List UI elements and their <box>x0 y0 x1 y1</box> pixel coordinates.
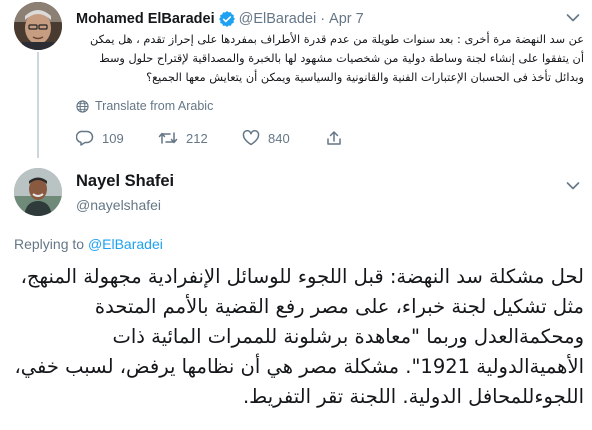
replying-to-mention[interactable]: @ElBaradei <box>88 236 163 252</box>
translate-label: Translate from Arabic <box>95 99 214 113</box>
reply-icon <box>76 130 94 146</box>
thread-line <box>37 52 39 158</box>
translate-link[interactable]: Translate from Arabic <box>76 99 213 113</box>
replying-to-label: Replying to <box>14 236 85 252</box>
chevron-down-icon[interactable] <box>566 181 580 191</box>
share-button[interactable] <box>326 130 342 146</box>
replying-to: Replying to @ElBaradei <box>14 236 163 252</box>
retweet-button[interactable]: 212 <box>158 130 242 146</box>
separator-dot: · <box>320 11 326 27</box>
parent-tweet[interactable]: Mohamed ElBaradei @ElBaradei · Apr 7 عن … <box>0 0 592 158</box>
retweet-count: 212 <box>186 130 208 146</box>
reply-button[interactable]: 109 <box>76 130 158 146</box>
tweet-actions: 109 212 840 <box>76 128 342 148</box>
author-name[interactable]: Mohamed ElBaradei <box>76 11 215 27</box>
tweet-text: عن سد النهضة مرة أخرى : بعد سنوات طويلة … <box>89 33 584 84</box>
tweet-text: لحل مشكلة سد النهضة: قبل اللجوء للوسائل … <box>14 265 584 408</box>
author-handle[interactable]: @ElBaradei <box>239 11 317 27</box>
author-handle[interactable]: @nayelshafei <box>76 197 161 213</box>
tweet-date[interactable]: Apr 7 <box>329 11 364 27</box>
author-name[interactable]: Nayel Shafei <box>76 172 174 191</box>
verified-badge-icon <box>218 11 235 27</box>
reply-count: 109 <box>102 130 124 146</box>
share-icon <box>327 131 341 145</box>
like-count: 840 <box>268 130 290 146</box>
like-icon <box>242 130 260 146</box>
avatar[interactable] <box>14 168 62 216</box>
tweet-header: Mohamed ElBaradei @ElBaradei · Apr 7 <box>76 10 364 28</box>
avatar[interactable] <box>14 2 62 50</box>
translate-globe-icon <box>76 99 89 113</box>
chevron-down-icon[interactable] <box>566 13 580 23</box>
retweet-icon <box>158 132 178 144</box>
like-button[interactable]: 840 <box>242 130 326 146</box>
